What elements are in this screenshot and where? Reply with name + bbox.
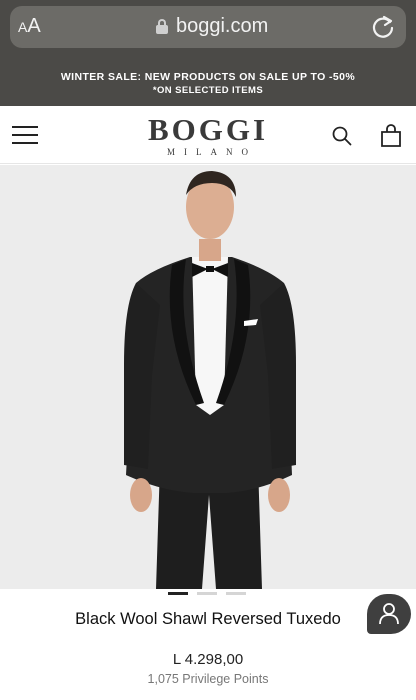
logo-wordmark: BOGGI (147, 112, 269, 147)
address-bar[interactable]: AA boggi.com (10, 6, 406, 48)
text-size-button[interactable]: AA (18, 15, 41, 38)
product-title: Black Wool Shawl Reversed Tuxedo (75, 610, 341, 628)
product-price: L 4.298,00 (172, 651, 244, 668)
search-icon[interactable] (332, 126, 352, 146)
site-header: BOGGI MILANO (0, 106, 416, 164)
sale-banner-headline: WINTER SALE: NEW PRODUCTS ON SALE UP TO … (60, 71, 356, 83)
image-pager (0, 592, 416, 596)
brand-logo[interactable]: BOGGI MILANO (0, 112, 416, 158)
sale-banner[interactable]: WINTER SALE: NEW PRODUCTS ON SALE UP TO … (0, 56, 416, 106)
chat-button[interactable] (367, 594, 411, 634)
lock-icon (156, 18, 168, 35)
text-size-small-label: A (18, 19, 28, 35)
product-image[interactable] (0, 165, 416, 589)
url-display[interactable]: boggi.com (156, 15, 268, 38)
pager-dot-3[interactable] (226, 592, 246, 595)
pager-dot-2[interactable] (197, 592, 217, 595)
shopping-bag-icon[interactable] (380, 124, 402, 148)
reload-icon[interactable] (370, 14, 396, 40)
sale-banner-note: *ON SELECTED ITEMS (152, 85, 264, 96)
text-size-large-label: A (27, 15, 41, 37)
pager-dot-1[interactable] (168, 592, 188, 595)
chat-user-icon (379, 603, 399, 625)
model-in-tuxedo-illustration (124, 171, 296, 589)
logo-subtitle: MILANO (167, 147, 257, 157)
privilege-points: 1,075 Privilege Points (147, 672, 269, 686)
url-text: boggi.com (176, 15, 269, 37)
browser-toolbar: AA boggi.com (0, 0, 416, 56)
